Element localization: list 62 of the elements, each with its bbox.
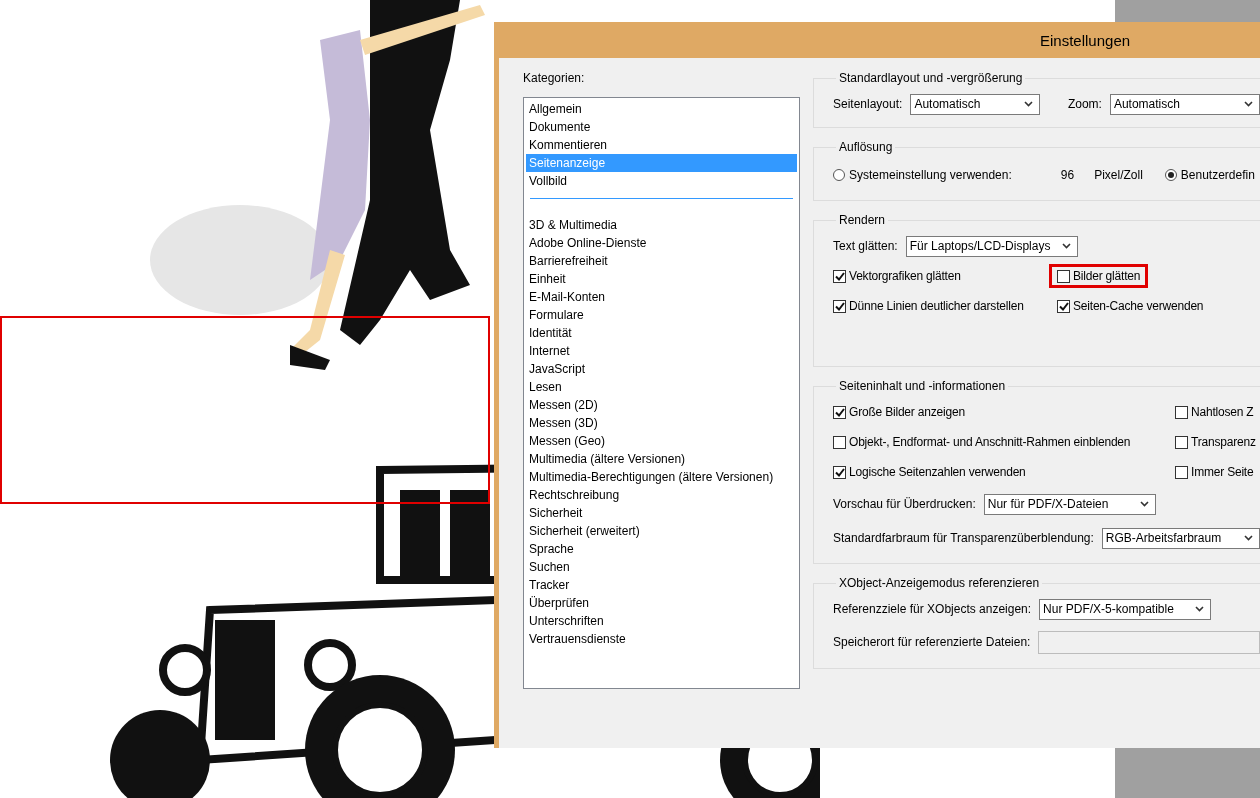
radio-label: Benutzerdefin bbox=[1180, 168, 1255, 182]
category-item[interactable]: Internet bbox=[526, 342, 797, 360]
category-item[interactable]: Multimedia-Berechtigungen (ältere Versionen) bbox=[526, 468, 797, 486]
group-title: XObject-Anzeigemodus referenzieren bbox=[838, 576, 1041, 590]
field-label: Vorschau für Überdrucken: bbox=[833, 497, 976, 511]
dropdown[interactable]: Automatisch bbox=[910, 93, 1040, 115]
category-item[interactable]: Sicherheit bbox=[526, 504, 797, 522]
category-item[interactable]: E-Mail-Konten bbox=[526, 288, 797, 306]
radio-label: Systemeinstellung verwenden: bbox=[849, 168, 1012, 182]
field-label: Standardfarbraum für Transparenzüberblendung: bbox=[833, 531, 1094, 545]
checkbox-label: Seiten-Cache verwenden bbox=[1073, 299, 1204, 313]
checkbox-label: Immer Seite bbox=[1191, 465, 1254, 479]
category-item[interactable]: Messen (Geo) bbox=[526, 432, 797, 450]
category-item[interactable]: Sicherheit (erweitert) bbox=[526, 522, 797, 540]
field-label: Zoom: bbox=[1067, 97, 1102, 111]
category-item[interactable]: Suchen bbox=[526, 558, 797, 576]
group-title: Auflösung bbox=[838, 140, 894, 154]
checkbox-label: Vektorgrafiken glätten bbox=[849, 269, 961, 283]
category-item[interactable]: JavaScript bbox=[526, 360, 797, 378]
checkbox-label: Logische Seitenzahlen verwenden bbox=[849, 465, 1026, 479]
checkbox-label: Bilder glätten bbox=[1073, 269, 1141, 283]
group-title: Standardlayout und -vergrößerung bbox=[838, 71, 1024, 85]
category-item[interactable]: Sprache bbox=[526, 540, 797, 558]
dropdown[interactable]: Nur für PDF/X-Dateien bbox=[983, 493, 1156, 515]
resolution-value: 96 bbox=[1060, 168, 1075, 182]
category-item[interactable]: Barrierefreiheit bbox=[526, 252, 797, 270]
category-item[interactable]: Formulare bbox=[526, 306, 797, 324]
dropdown[interactable]: RGB-Arbeitsfarbraum bbox=[1101, 527, 1260, 549]
category-item[interactable]: Messen (2D) bbox=[526, 396, 797, 414]
checkbox-label: Transparenz bbox=[1191, 435, 1256, 449]
category-item[interactable]: Vertrauensdienste bbox=[526, 630, 797, 648]
checkbox-label: Große Bilder anzeigen bbox=[849, 405, 965, 419]
unit-label: Pixel/Zoll bbox=[1094, 168, 1143, 182]
category-item[interactable]: Tracker bbox=[526, 576, 797, 594]
category-item[interactable]: Rechtschreibung bbox=[526, 486, 797, 504]
checkbox-label: Dünne Linien deutlicher darstellen bbox=[849, 299, 1024, 313]
category-item[interactable]: Dokumente bbox=[526, 118, 797, 136]
category-item[interactable]: Identität bbox=[526, 324, 797, 342]
field-label: Text glätten: bbox=[833, 239, 898, 253]
category-item[interactable]: Überprüfen bbox=[526, 594, 797, 612]
category-item[interactable]: Kommentieren bbox=[526, 136, 797, 154]
category-item[interactable]: 3D & Multimedia bbox=[526, 216, 797, 234]
field-label: Seitenlayout: bbox=[833, 97, 903, 111]
field-label: Speicherort für referenzierte Dateien: bbox=[833, 635, 1031, 649]
category-item[interactable]: Vollbild bbox=[526, 172, 797, 190]
category-item[interactable]: Messen (3D) bbox=[526, 414, 797, 432]
group-title: Seiteninhalt und -informationen bbox=[838, 379, 1007, 393]
dropdown[interactable]: Für Laptops/LCD-Displays bbox=[905, 235, 1078, 257]
dropdown[interactable]: Nur PDF/X-5-kompatible bbox=[1039, 598, 1212, 620]
group-title: Rendern bbox=[838, 213, 887, 227]
category-item[interactable]: Multimedia (ältere Versionen) bbox=[526, 450, 797, 468]
category-item[interactable]: Unterschriften bbox=[526, 612, 797, 630]
checkbox-label: Nahtlosen Z bbox=[1191, 405, 1254, 419]
field-label: Referenzziele für XObjects anzeigen: bbox=[833, 602, 1032, 616]
dropdown[interactable]: Automatisch bbox=[1109, 93, 1260, 115]
category-item[interactable]: Allgemein bbox=[526, 100, 797, 118]
category-item[interactable]: Lesen bbox=[526, 378, 797, 396]
category-item[interactable]: Adobe Online-Dienste bbox=[526, 234, 797, 252]
checkbox-label: Objekt-, Endformat- und Anschnitt-Rahmen einblenden bbox=[849, 435, 1131, 449]
dialog-title: Einstellungen bbox=[1039, 30, 1132, 51]
categories-label: Kategorien: bbox=[523, 71, 586, 87]
category-item[interactable]: Einheit bbox=[526, 270, 797, 288]
